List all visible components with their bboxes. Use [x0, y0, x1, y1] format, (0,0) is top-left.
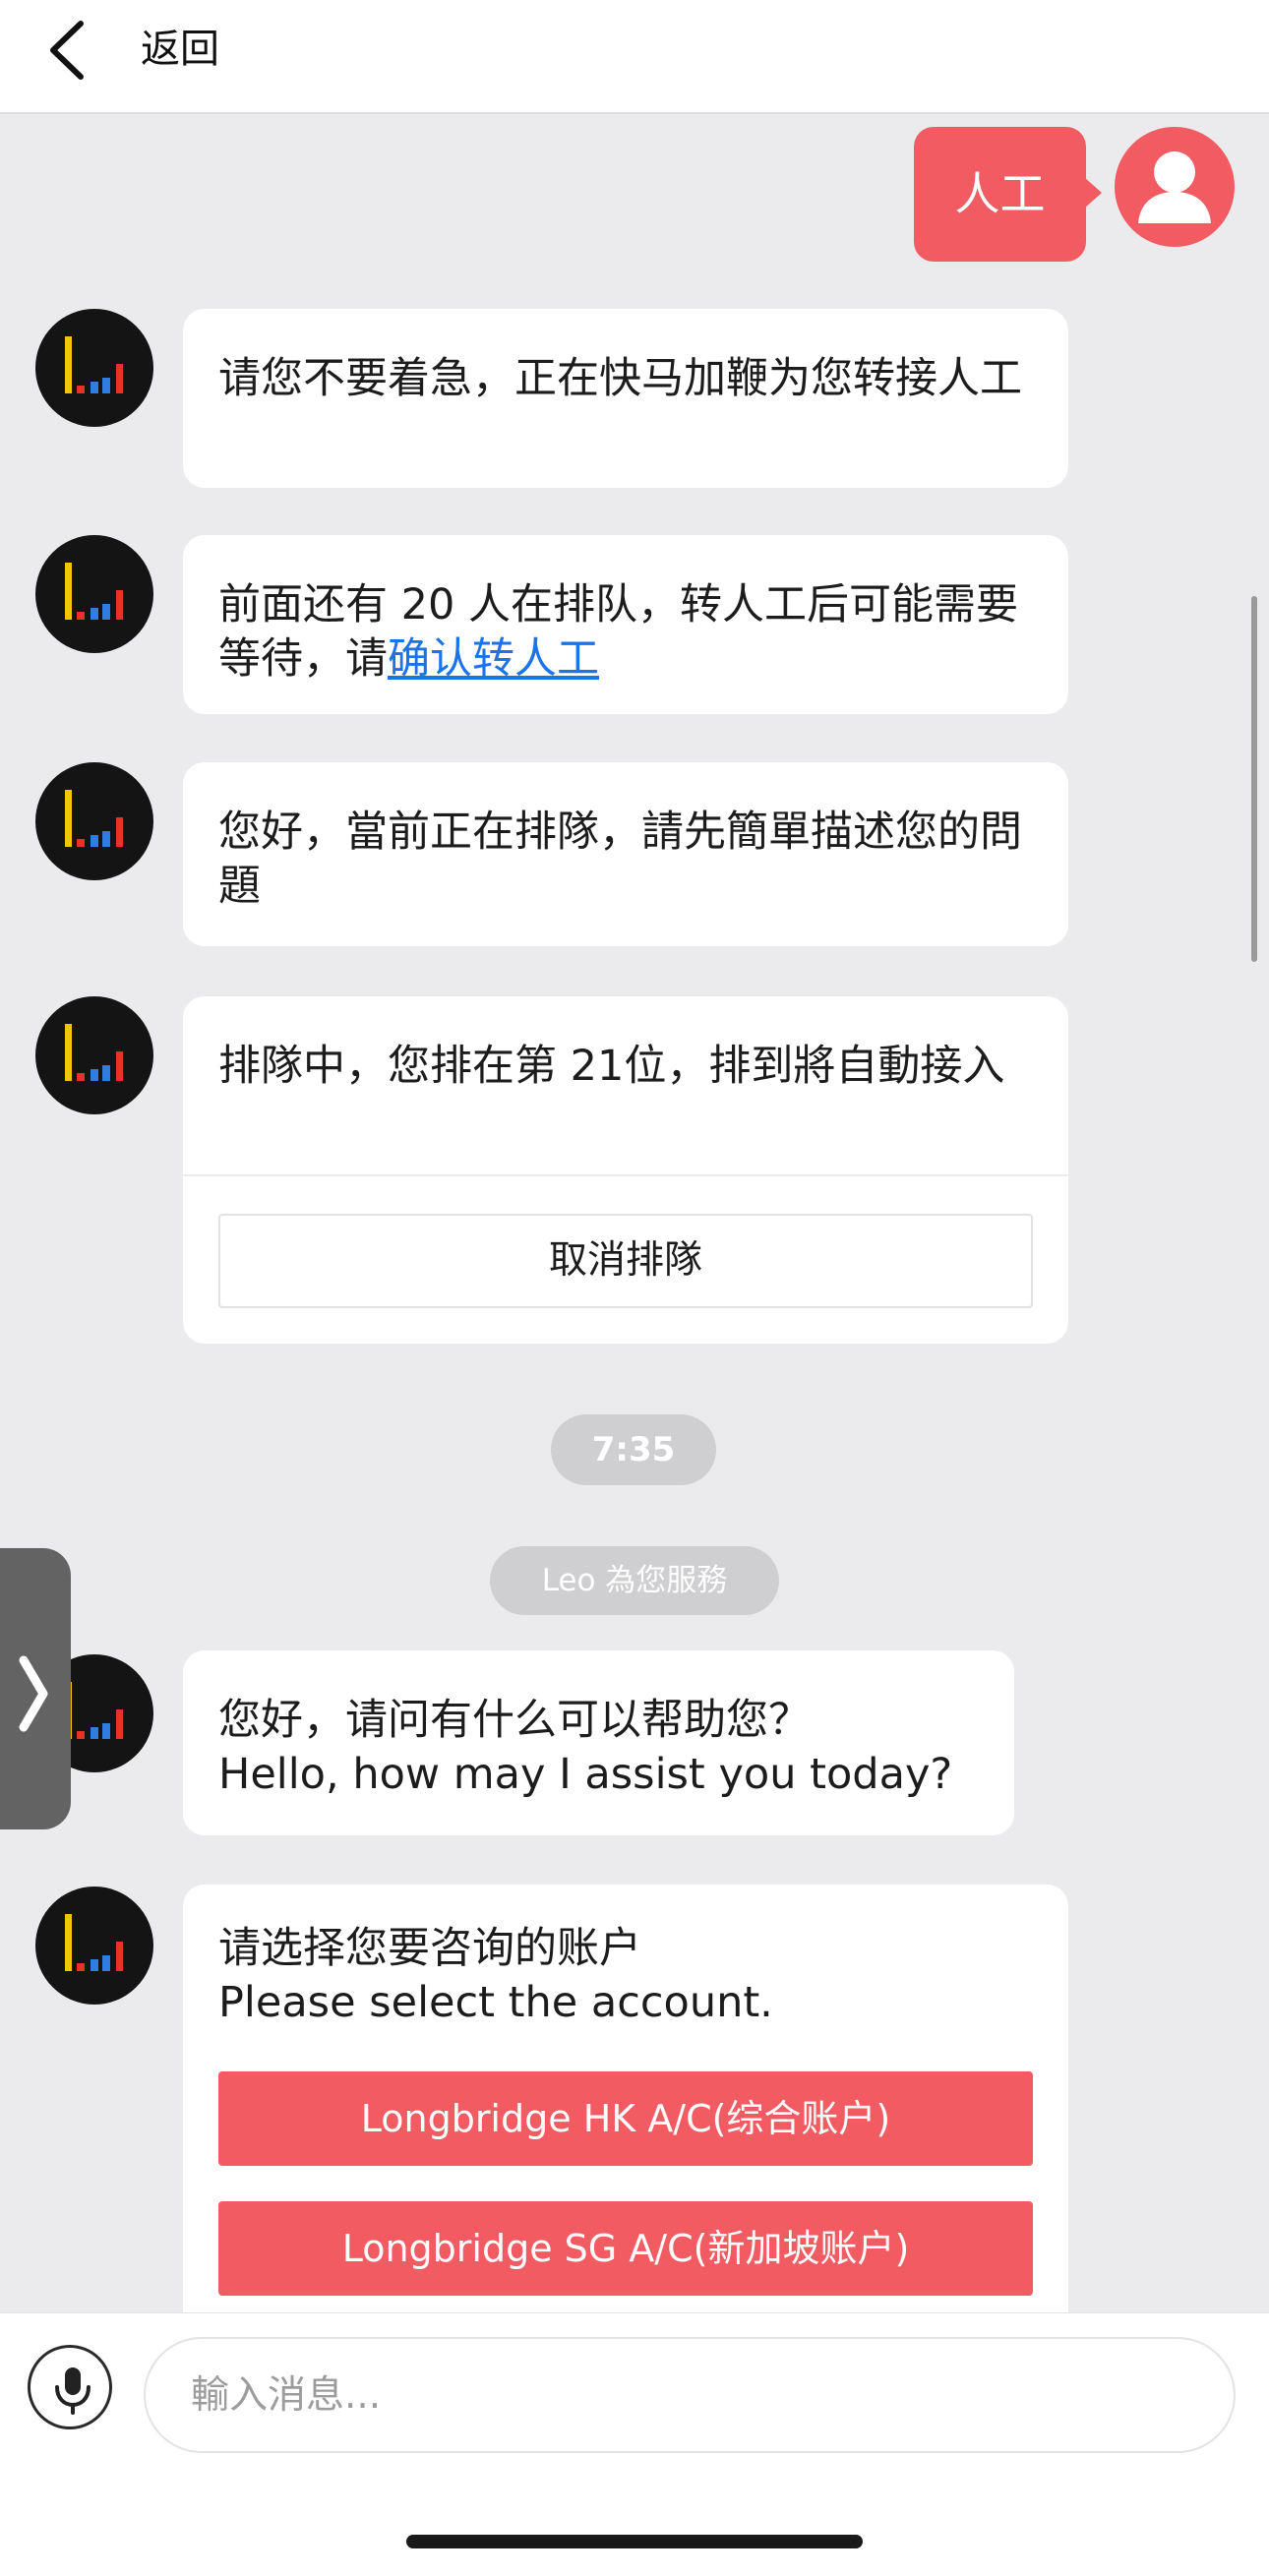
message-bubble: 您好，當前正在排隊，請先簡單描述您的問題	[183, 762, 1068, 946]
user-avatar	[1115, 127, 1235, 247]
message-text: 请选择您要咨询的账户 Please select the account.	[218, 1924, 773, 2027]
home-indicator	[406, 2535, 863, 2548]
message-text: 前面还有 20 人在排队，转人工后可能需要等待，请确认转人工	[183, 535, 1068, 687]
message-text-prefix: 前面还有 20 人在排队，转人工后可能需要等待，请	[218, 580, 1019, 684]
back-button[interactable]: 返回	[141, 22, 219, 77]
input-bar	[0, 2312, 1269, 2576]
message-text: 您好，當前正在排隊，請先簡單描述您的問題	[218, 808, 1022, 911]
chat-area[interactable]: 人工 请您不要着急，正在快马加鞭为您转接人工 前面还有 20 人在排队，转人工后…	[0, 114, 1269, 2312]
side-drawer-handle[interactable]	[0, 1548, 71, 1829]
scrollbar[interactable]	[1251, 596, 1257, 962]
agent-avatar	[35, 762, 153, 880]
message-text: 请您不要着急，正在快马加鞭为您转接人工	[218, 354, 1022, 403]
brand-logo-icon	[65, 790, 123, 847]
message-bubble: 请您不要着急，正在快马加鞭为您转接人工	[183, 309, 1068, 488]
message-text: 您好，请问有什么可以帮助您？ Hello, how may I assist y…	[218, 1696, 953, 1799]
chevron-left-icon[interactable]	[43, 20, 92, 81]
agent-notice-badge: Leo 為您服務	[490, 1546, 779, 1615]
user-message-bubble: 人工	[914, 127, 1086, 262]
agent-avatar	[35, 996, 153, 1114]
chevron-right-icon	[19, 1655, 48, 1732]
message-bubble: 前面还有 20 人在排队，转人工后可能需要等待，请确认转人工	[183, 535, 1068, 714]
message-bubble: 您好，请问有什么可以帮助您？ Hello, how may I assist y…	[183, 1650, 1014, 1835]
agent-avatar	[35, 535, 153, 653]
sg-account-button[interactable]: Longbridge SG A/C(新加坡账户)	[218, 2201, 1033, 2296]
hk-account-button[interactable]: Longbridge HK A/C(综合账户)	[218, 2071, 1033, 2166]
message-input[interactable]	[144, 2337, 1236, 2453]
message-text: 排隊中，您排在第 21位，排到將自動接入	[218, 1042, 1005, 1091]
user-icon	[1138, 151, 1211, 223]
queue-message-card: 排隊中，您排在第 21位，排到將自動接入 取消排隊	[183, 996, 1068, 1344]
brand-logo-icon	[65, 1024, 123, 1081]
cancel-queue-button[interactable]: 取消排隊	[218, 1214, 1033, 1308]
top-bar: 返回	[0, 0, 1269, 114]
confirm-transfer-link[interactable]: 确认转人工	[388, 634, 599, 684]
microphone-icon	[55, 2367, 91, 2415]
divider	[183, 1174, 1068, 1176]
brand-logo-icon	[65, 1914, 123, 1971]
brand-logo-icon	[65, 336, 123, 393]
brand-logo-icon	[65, 563, 123, 620]
user-bubble-tail	[1084, 177, 1102, 209]
timestamp-badge: 7:35	[551, 1414, 716, 1485]
voice-input-button[interactable]	[28, 2345, 112, 2429]
account-select-card: 请选择您要咨询的账户 Please select the account. Lo…	[183, 1885, 1068, 2312]
agent-avatar	[35, 309, 153, 427]
chat-screen: 返回 人工 请您不要着急，正在快马加鞭为您转接人工 前面还有 20 人在排队，转…	[0, 0, 1269, 2576]
agent-avatar	[35, 1887, 153, 2005]
